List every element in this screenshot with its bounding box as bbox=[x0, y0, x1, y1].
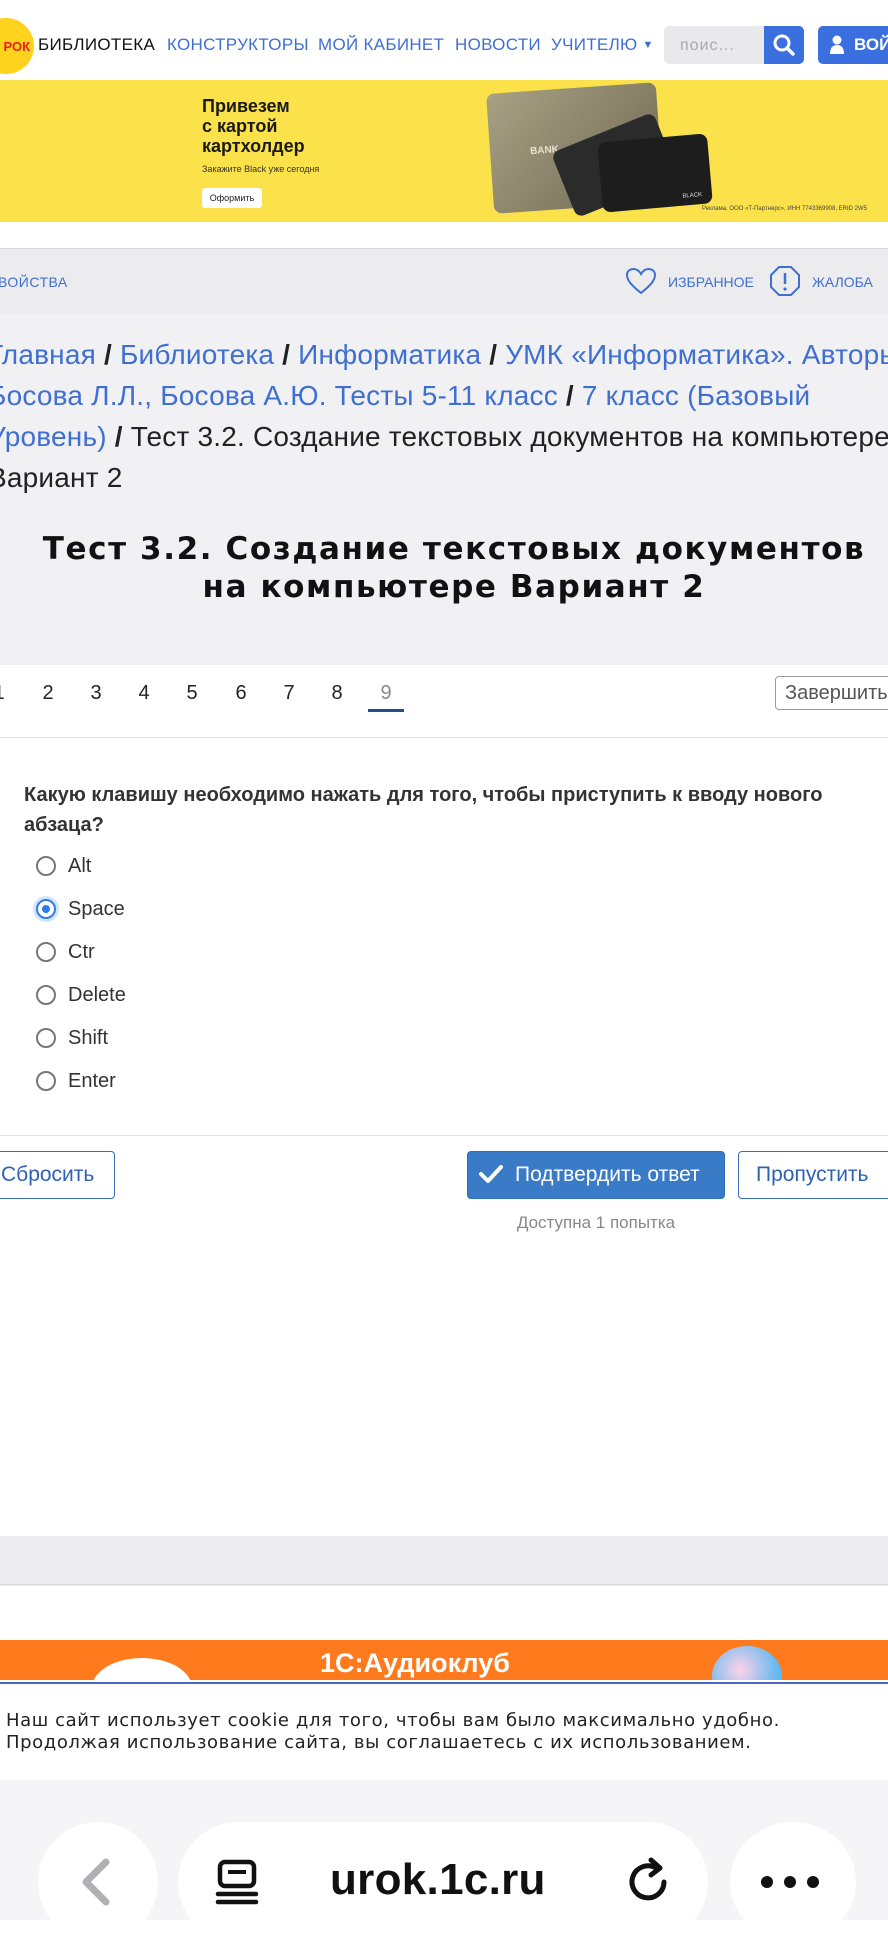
browser-more-button[interactable] bbox=[730, 1822, 856, 1942]
login-label: ВОЙ bbox=[854, 35, 888, 54]
divider bbox=[0, 1135, 888, 1136]
ad-legal-text: Реклама. ООО «Т-Партнерс», ИНН 774336990… bbox=[702, 206, 868, 212]
page-9-current[interactable]: 9 bbox=[371, 682, 401, 705]
ad-card-label: BLACK bbox=[682, 191, 703, 200]
nav-library[interactable]: БИБЛИОТЕКА bbox=[38, 35, 155, 55]
ad-title: Привезем с картой картхолдер bbox=[202, 96, 305, 156]
page-2[interactable]: 2 bbox=[33, 682, 63, 705]
promo-banner[interactable]: 1С:Аудиоклуб bbox=[0, 1640, 888, 1680]
more-dots-icon bbox=[761, 1876, 819, 1888]
promo-graphic bbox=[712, 1646, 782, 1680]
page-4[interactable]: 4 bbox=[129, 682, 159, 705]
favorite-link[interactable]: ИЗБРАННОЕ bbox=[668, 274, 754, 290]
breadcrumb-separator: / bbox=[557, 380, 582, 411]
breadcrumb-separator: / bbox=[481, 339, 506, 370]
checkmark-icon bbox=[479, 1165, 503, 1183]
chevron-down-icon: ▼ bbox=[642, 39, 654, 51]
breadcrumb: Главная / Библиотека / Информатика / УМК… bbox=[0, 334, 888, 498]
search-icon bbox=[773, 34, 795, 56]
option-label[interactable]: Alt bbox=[68, 855, 91, 878]
promo-graphic bbox=[92, 1658, 192, 1680]
nav-teacher-label: УЧИТЕЛЮ bbox=[551, 35, 638, 54]
nav-my-cabinet[interactable]: МОЙ КАБИНЕТ bbox=[318, 35, 444, 55]
confirm-answer-button[interactable]: Подтвердить ответ bbox=[467, 1151, 725, 1199]
footer-band bbox=[0, 1536, 888, 1586]
breadcrumb-separator: / bbox=[106, 421, 131, 452]
page-5[interactable]: 5 bbox=[177, 682, 207, 705]
material-toolbar bbox=[0, 248, 888, 313]
warning-icon[interactable] bbox=[768, 264, 802, 298]
breadcrumb-separator: / bbox=[95, 339, 120, 370]
reset-button[interactable]: Сбросить bbox=[0, 1151, 115, 1199]
nav-teacher[interactable]: УЧИТЕЛЮ ▼ bbox=[551, 35, 654, 55]
option-radio-delete[interactable] bbox=[36, 985, 56, 1005]
search-button[interactable] bbox=[764, 26, 804, 64]
breadcrumb-library[interactable]: Библиотека bbox=[120, 339, 274, 370]
question-text: Какую клавишу необходимо нажать для того… bbox=[24, 784, 823, 836]
option-label[interactable]: Shift bbox=[68, 1027, 108, 1050]
option-label[interactable]: Enter bbox=[68, 1070, 116, 1093]
breadcrumb-home[interactable]: Главная bbox=[0, 339, 96, 370]
user-icon bbox=[830, 35, 844, 54]
reload-icon[interactable] bbox=[618, 1852, 678, 1912]
chevron-left-icon bbox=[82, 1858, 110, 1906]
option-radio-shift[interactable] bbox=[36, 1028, 56, 1048]
skip-button[interactable]: Пропустить bbox=[738, 1151, 888, 1199]
browser-back-button[interactable] bbox=[38, 1822, 158, 1942]
complain-link[interactable]: ЖАЛОБА bbox=[812, 274, 873, 290]
page-title: Тест 3.2. Создание текстовых документов … bbox=[42, 531, 866, 605]
ad-card-image: BLACK bbox=[597, 133, 713, 213]
breadcrumb-separator: / bbox=[274, 339, 299, 370]
page-1[interactable]: 1 bbox=[0, 682, 14, 705]
ad-order-button[interactable]: Оформить bbox=[202, 188, 262, 208]
page-6[interactable]: 6 bbox=[226, 682, 256, 705]
option-radio-ctr[interactable] bbox=[36, 942, 56, 962]
nav-constructors[interactable]: КОНСТРУКТОРЫ bbox=[167, 35, 309, 55]
url-text[interactable]: urok.1c.ru bbox=[330, 1855, 546, 1905]
logo-text: РОК bbox=[3, 38, 30, 54]
nav-news[interactable]: НОВОСТИ bbox=[455, 35, 541, 55]
page-7[interactable]: 7 bbox=[274, 682, 304, 705]
option-radio-alt[interactable] bbox=[36, 856, 56, 876]
option-radio-space[interactable] bbox=[36, 899, 56, 919]
promo-text: 1С:Аудиоклуб bbox=[320, 1648, 510, 1678]
attempts-remaining: Доступна 1 попытка bbox=[516, 1213, 676, 1232]
page-8[interactable]: 8 bbox=[322, 682, 352, 705]
finish-test-button[interactable]: Завершить bbox=[775, 676, 888, 710]
cookie-notice-text: Наш сайт использует cookie для того, что… bbox=[6, 1710, 780, 1753]
ad-subtitle: Закажите Black уже сегодня bbox=[202, 164, 320, 174]
option-label[interactable]: Ctr bbox=[68, 941, 95, 964]
divider bbox=[0, 1584, 888, 1585]
reader-mode-icon[interactable] bbox=[208, 1852, 268, 1912]
search-placeholder: поис... bbox=[680, 37, 735, 54]
option-label[interactable]: Space bbox=[68, 898, 125, 921]
breadcrumb-current: Тест 3.2. Создание текстовых документов … bbox=[0, 421, 888, 493]
login-button[interactable]: ВОЙ bbox=[818, 26, 888, 64]
heart-icon[interactable] bbox=[624, 266, 658, 296]
ad-banner[interactable]: Привезем с картой картхолдер Закажите Bl… bbox=[0, 80, 888, 222]
option-label[interactable]: Delete bbox=[68, 984, 126, 1007]
properties-link[interactable]: ВОЙСТВА bbox=[0, 274, 68, 290]
current-page-indicator bbox=[368, 709, 404, 712]
page-3[interactable]: 3 bbox=[81, 682, 111, 705]
option-radio-enter[interactable] bbox=[36, 1071, 56, 1091]
breadcrumb-informatics[interactable]: Информатика bbox=[298, 339, 481, 370]
